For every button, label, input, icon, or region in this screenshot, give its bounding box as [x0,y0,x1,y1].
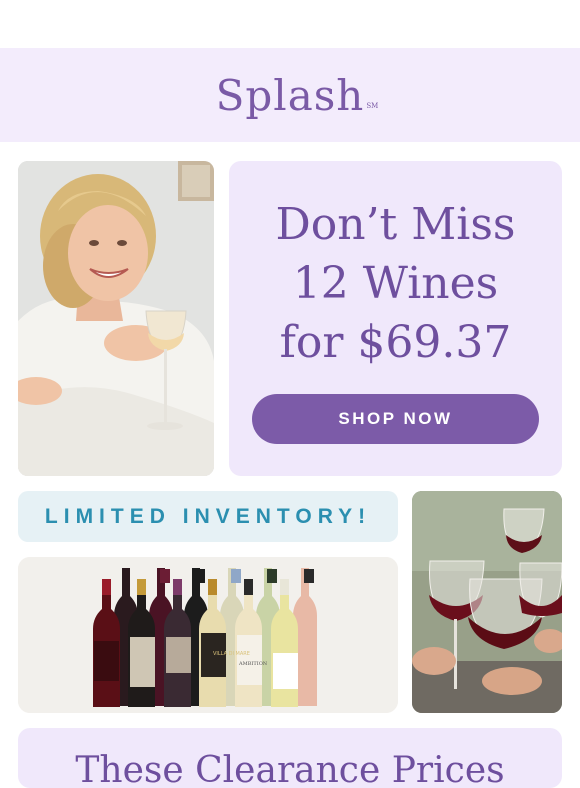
promo-headline-line-2: 12 Wines [292,258,499,309]
woman-with-wine-photo[interactable] [18,161,214,476]
promo-headline: Don’t Miss 12 Wines for $69.37 [229,195,562,372]
splash-logo[interactable]: Splash SM [215,70,379,120]
limited-inventory-banner: LIMITED INVENTORY! [18,491,398,542]
clearance-section: These Clearance Prices [18,728,562,788]
header-banner: Splash SM [0,48,580,142]
bottle-label-villa: VILLA DI MARE [213,651,250,657]
shop-now-button[interactable]: SHOP NOW [252,394,539,444]
promo-headline-line-3: for $69.37 [279,317,512,368]
limited-inventory-label: LIMITED INVENTORY! [44,504,372,528]
toasting-wine-glasses-photo[interactable] [412,491,562,713]
clearance-title: These Clearance Prices [75,750,505,788]
promo-headline-line-1: Don’t Miss [275,199,516,250]
promo-panel: Don’t Miss 12 Wines for $69.37 SHOP NOW [229,161,562,476]
brand-service-mark: SM [366,101,379,110]
wine-bottles-product-image[interactable]: VILLA DI MARE AMBITION [18,557,398,713]
bottle-label-ambition: AMBITION [238,661,268,667]
brand-name: Splash [215,70,365,120]
